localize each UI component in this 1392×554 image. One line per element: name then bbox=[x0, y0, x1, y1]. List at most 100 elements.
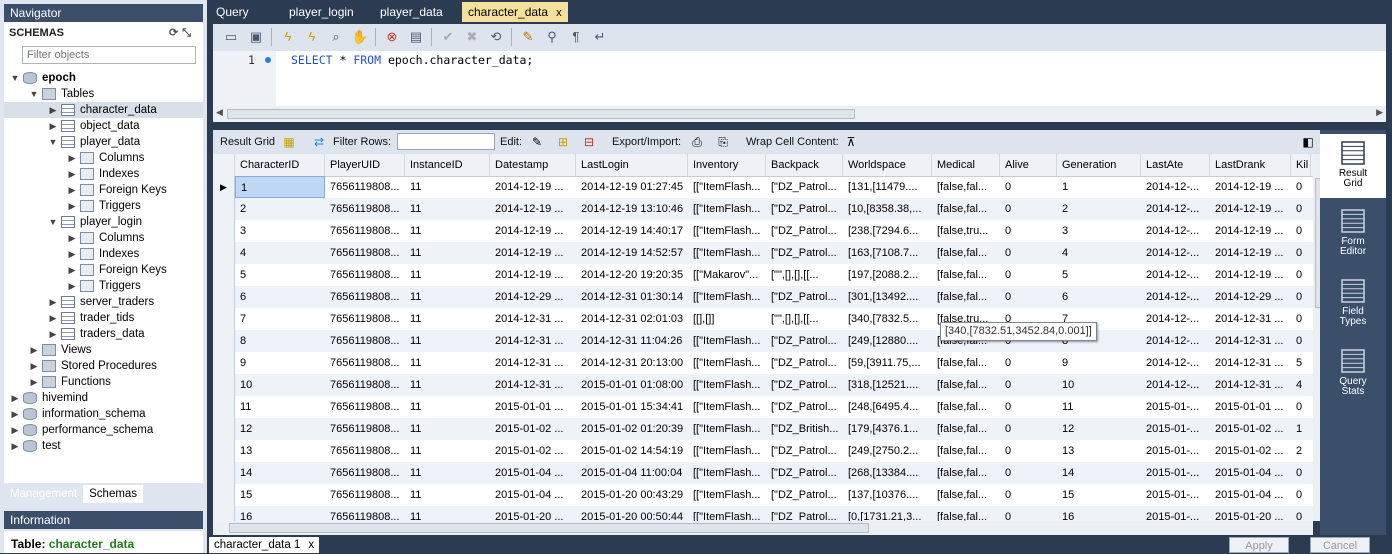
cell-lastlogin[interactable]: 2014-12-19 14:40:17 bbox=[576, 220, 688, 242]
tree-item-object-data[interactable]: ▶ object_data bbox=[4, 118, 203, 134]
grid-view-icon[interactable]: ▦ bbox=[281, 134, 297, 150]
cell-lastlogin[interactable]: 2014-12-31 11:04:26 bbox=[576, 330, 688, 352]
cell-playeruid[interactable]: 7656119808... bbox=[325, 484, 405, 506]
insert-row-icon[interactable]: ⊞ bbox=[555, 134, 571, 150]
cell-lastlogin[interactable]: 2014-12-31 02:01:03 bbox=[576, 308, 688, 330]
cell-worldspace[interactable]: [137,[10376.... bbox=[843, 484, 932, 506]
cell-medical[interactable]: [false,fal... bbox=[932, 286, 1000, 308]
column-header-alive[interactable]: Alive bbox=[1000, 154, 1057, 176]
row-marker[interactable] bbox=[213, 418, 235, 440]
cell-instanceid[interactable]: 11 bbox=[405, 198, 490, 220]
cell-lastlogin[interactable]: 2014-12-19 13:10:46 bbox=[576, 198, 688, 220]
collapsed-arrow-icon[interactable]: ▶ bbox=[67, 166, 77, 182]
side-form-editor[interactable]: Form Editor bbox=[1320, 202, 1386, 266]
expanded-arrow-icon[interactable]: ▼ bbox=[48, 134, 58, 150]
cell-medical[interactable]: [false,fal... bbox=[932, 242, 1000, 264]
table-row[interactable]: 9 7656119808... 11 2014-12-31 ... 2014-12-31… bbox=[213, 352, 1313, 374]
cell-medical[interactable]: [false,fal... bbox=[932, 374, 1000, 396]
cell-lastate[interactable]: 2014-12-... bbox=[1141, 352, 1210, 374]
wrap-lines-icon[interactable]: ↵ bbox=[591, 28, 609, 46]
refresh-icon[interactable]: ⇄ bbox=[311, 134, 327, 150]
cell-instanceid[interactable]: 11 bbox=[405, 506, 490, 521]
grid-horizontal-scrollbar[interactable] bbox=[213, 521, 1313, 535]
cell-medical[interactable]: [false,fal... bbox=[932, 198, 1000, 220]
cell-playeruid[interactable]: 7656119808... bbox=[325, 330, 405, 352]
table-row[interactable]: 14 7656119808... 11 2015-01-04 ... 2015-01-0… bbox=[213, 462, 1313, 484]
cell-playeruid[interactable]: 7656119808... bbox=[325, 462, 405, 484]
cell-inventory[interactable]: [["ItemFlash... bbox=[688, 330, 766, 352]
cell-medical[interactable]: [false,tru... bbox=[932, 220, 1000, 242]
cell-datestamp[interactable]: 2014-12-19 ... bbox=[490, 176, 576, 198]
cell-medical[interactable]: [false,fal... bbox=[932, 396, 1000, 418]
cell-medical[interactable]: [false,fal... bbox=[932, 506, 1000, 521]
cell-backpack[interactable]: ["DZ_Patrol... bbox=[766, 242, 843, 264]
tree-item-stored-procedures[interactable]: ▶ Stored Procedures bbox=[4, 358, 203, 374]
cell-lastdrank[interactable]: 2015-01-02 ... bbox=[1210, 440, 1291, 462]
cell-alive[interactable]: 0 bbox=[1000, 220, 1057, 242]
table-row[interactable]: 4 7656119808... 11 2014-12-19 ... 2014-12-19… bbox=[213, 242, 1313, 264]
cell-characterid[interactable]: 15 bbox=[235, 484, 325, 506]
cell-worldspace[interactable]: [0,[1731.21,3... bbox=[843, 506, 932, 521]
cell-kil[interactable]: 0 bbox=[1291, 220, 1311, 242]
cell-characterid[interactable]: 12 bbox=[235, 418, 325, 440]
cell-generation[interactable]: 15 bbox=[1057, 484, 1141, 506]
tab-player-login[interactable]: player_login bbox=[289, 2, 354, 22]
cell-medical[interactable]: [false,fal... bbox=[932, 352, 1000, 374]
refresh-collapse-icons[interactable]: ⟳⤡ bbox=[169, 22, 195, 44]
collapsed-arrow-icon[interactable]: ▶ bbox=[48, 118, 58, 134]
row-marker[interactable] bbox=[213, 308, 235, 330]
cell-lastate[interactable]: 2015-01-... bbox=[1141, 440, 1210, 462]
collapsed-arrow-icon[interactable]: ▶ bbox=[10, 390, 20, 406]
cell-lastdrank[interactable]: 2014-12-19 ... bbox=[1210, 220, 1291, 242]
cell-inventory[interactable]: [["ItemFlash... bbox=[688, 506, 766, 521]
edit-row-icon[interactable]: ✎ bbox=[529, 134, 545, 150]
cell-playeruid[interactable]: 7656119808... bbox=[325, 286, 405, 308]
row-marker[interactable] bbox=[213, 220, 235, 242]
collapsed-arrow-icon[interactable]: ▶ bbox=[48, 310, 58, 326]
apply-button[interactable]: Apply bbox=[1229, 537, 1289, 553]
cell-lastlogin[interactable]: 2014-12-19 01:27:45 bbox=[576, 176, 688, 198]
cell-generation[interactable]: 10 bbox=[1057, 374, 1141, 396]
collapsed-arrow-icon[interactable]: ▶ bbox=[67, 182, 77, 198]
tree-item-triggers[interactable]: ▶ Triggers bbox=[4, 278, 203, 294]
tree-item-columns[interactable]: ▶ Columns bbox=[4, 150, 203, 166]
cell-characterid[interactable]: 2 bbox=[235, 198, 325, 220]
tree-item-trader-tids[interactable]: ▶ trader_tids bbox=[4, 310, 203, 326]
cell-worldspace[interactable]: [249,[12880.... bbox=[843, 330, 932, 352]
cell-backpack[interactable]: ["",[],[],[[... bbox=[766, 308, 843, 330]
cell-backpack[interactable]: ["DZ_Patrol... bbox=[766, 352, 843, 374]
cell-lastdrank[interactable]: 2014-12-19 ... bbox=[1210, 176, 1291, 198]
commit-icon[interactable]: ✔ bbox=[439, 28, 457, 46]
tab-schemas[interactable]: Schemas bbox=[83, 485, 144, 503]
cell-alive[interactable]: 0 bbox=[1000, 286, 1057, 308]
cell-datestamp[interactable]: 2015-01-04 ... bbox=[490, 462, 576, 484]
cell-lastate[interactable]: 2014-12-... bbox=[1141, 176, 1210, 198]
row-marker[interactable] bbox=[213, 330, 235, 352]
close-tab-icon[interactable]: x bbox=[556, 7, 562, 19]
current-row-icon[interactable]: ▶ bbox=[213, 176, 235, 198]
tab-management[interactable]: Management bbox=[4, 485, 83, 503]
invisible-chars-icon[interactable]: ¶ bbox=[567, 28, 585, 46]
collapsed-arrow-icon[interactable]: ▶ bbox=[29, 342, 39, 358]
table-row[interactable]: 16 7656119808... 11 2015-01-20 ... 2015-01-2… bbox=[213, 506, 1313, 521]
cell-kil[interactable]: 0 bbox=[1291, 176, 1311, 198]
tree-item-functions[interactable]: ▶ Functions bbox=[4, 374, 203, 390]
cell-lastlogin[interactable]: 2015-01-02 14:54:19 bbox=[576, 440, 688, 462]
cell-medical[interactable]: [false,fal... bbox=[932, 418, 1000, 440]
table-row[interactable]: 6 7656119808... 11 2014-12-29 ... 2014-12-31… bbox=[213, 286, 1313, 308]
cell-lastlogin[interactable]: 2015-01-02 01:20:39 bbox=[576, 418, 688, 440]
toggle-output-icon[interactable]: ▤ bbox=[407, 28, 425, 46]
cell-alive[interactable]: 0 bbox=[1000, 242, 1057, 264]
cell-lastdrank[interactable]: 2015-01-04 ... bbox=[1210, 484, 1291, 506]
scroll-left-icon[interactable]: ◀ bbox=[216, 107, 223, 118]
cell-backpack[interactable]: ["DZ_Patrol... bbox=[766, 176, 843, 198]
collapsed-arrow-icon[interactable]: ▶ bbox=[10, 438, 20, 454]
cell-inventory[interactable]: [["ItemFlash... bbox=[688, 352, 766, 374]
table-row[interactable]: 3 7656119808... 11 2014-12-19 ... 2014-12-19… bbox=[213, 220, 1313, 242]
cell-playeruid[interactable]: 7656119808... bbox=[325, 418, 405, 440]
table-row[interactable]: 11 7656119808... 11 2015-01-01 ... 2015-01-0… bbox=[213, 396, 1313, 418]
cell-generation[interactable]: 6 bbox=[1057, 286, 1141, 308]
tree-item-epoch[interactable]: ▼ epoch bbox=[4, 70, 203, 86]
collapsed-arrow-icon[interactable]: ▶ bbox=[10, 406, 20, 422]
cell-kil[interactable]: 0 bbox=[1291, 264, 1311, 286]
